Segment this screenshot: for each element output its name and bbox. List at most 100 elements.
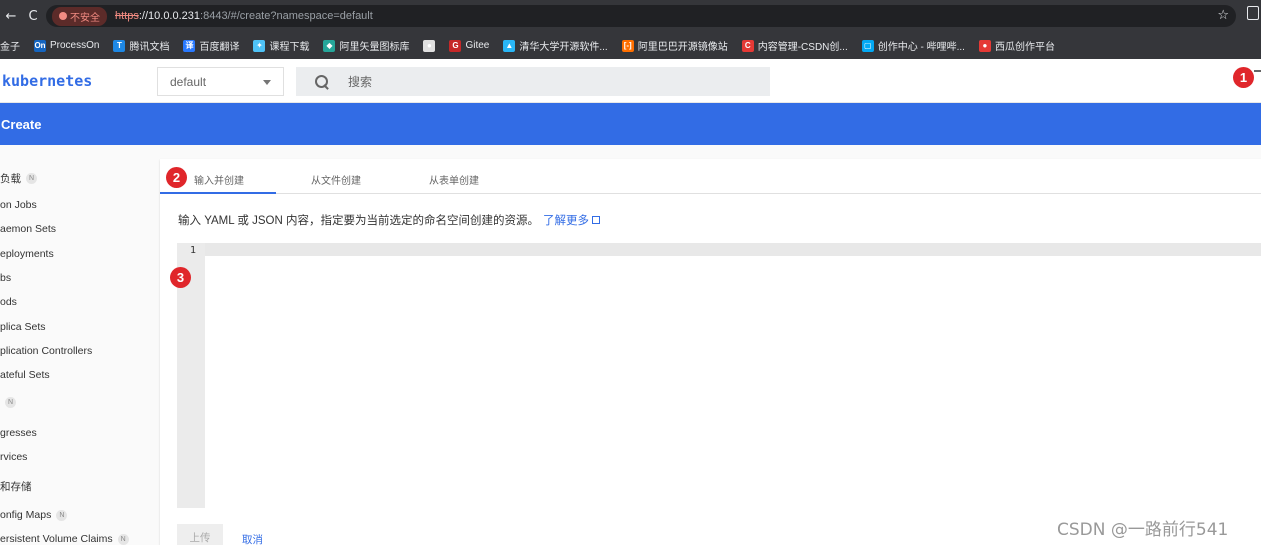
- upload-button[interactable]: 上传: [177, 524, 223, 545]
- annotation-marker-3: 3: [170, 267, 191, 288]
- sidebar-item-label: 和存储: [0, 481, 32, 493]
- bookmark-label: 西瓜创作平台: [994, 42, 1055, 53]
- bookmark-item[interactable]: On ProcessOn: [34, 39, 100, 52]
- bookmark-item[interactable]: ● 西瓜创作平台: [978, 38, 1055, 53]
- bookmark-favicon-icon: ▲: [503, 39, 516, 52]
- bookmark-item[interactable]: [-] 阿里巴巴开源镜像站: [621, 38, 728, 53]
- description: 输入 YAML 或 JSON 内容，指定要为当前选定的命名空间创建的资源。 了解更…: [178, 212, 600, 228]
- security-label: 不安全: [70, 12, 100, 24]
- namespace-select[interactable]: default: [157, 67, 284, 96]
- annotation-marker-2: 2: [166, 167, 187, 188]
- create-plus-icon[interactable]: [1254, 70, 1261, 72]
- kubernetes-logo[interactable]: kubernetes: [2, 72, 92, 90]
- sidebar-item[interactable]: eployments: [0, 248, 54, 260]
- page-title: Create: [1, 117, 42, 132]
- bookmark-star-icon[interactable]: ☆: [1217, 8, 1229, 23]
- back-arrow-icon[interactable]: ←: [0, 9, 22, 24]
- sidebar-item[interactable]: on Jobs: [0, 199, 37, 211]
- annotation-marker-1: 1: [1233, 67, 1254, 88]
- bookmark-label: 腾讯文档: [129, 42, 170, 53]
- security-chip[interactable]: 不安全: [52, 6, 107, 26]
- url-host: ://10.0.0.231: [138, 10, 201, 22]
- learn-more-link[interactable]: 了解更多: [543, 215, 600, 227]
- sidebar-item[interactable]: ersistent Volume Claims N: [0, 533, 129, 545]
- sidebar-item-label: aemon Sets: [0, 223, 57, 235]
- bookmark-item[interactable]: 金子: [0, 38, 20, 53]
- bookmark-label: 金子: [0, 42, 20, 53]
- namespaced-badge: N: [26, 173, 37, 184]
- bookmark-favicon-icon: ●: [423, 39, 436, 52]
- bookmarks-bar: 金子 On ProcessOn T 腾讯文档译百度翻译 ✦ 课程下载 ◆ 阿里矢量图标库 ● G Gi…: [0, 32, 1261, 59]
- sidebar-item[interactable]: onfig Maps N: [0, 509, 68, 521]
- bookmark-label: 课程下载: [269, 42, 310, 53]
- sidebar-item[interactable]: 负载 N: [0, 171, 37, 186]
- bookmark-label: ProcessOn: [50, 40, 100, 51]
- sidebar-item-label: 负载: [0, 173, 21, 185]
- extension-icon[interactable]: [1247, 6, 1259, 20]
- bookmark-item[interactable]: ●: [423, 39, 436, 52]
- bookmark-item[interactable]: ✦ 课程下载: [253, 38, 309, 53]
- bookmark-favicon-icon: ▢: [861, 39, 874, 52]
- sidebar-item[interactable]: ods: [0, 296, 17, 308]
- browser-address-bar: ← C 不安全 https://10.0.0.231:8443/#/create…: [0, 0, 1261, 32]
- bookmark-item[interactable]: C 内容管理-CSDN创...: [741, 38, 848, 53]
- create-card: 输入并创建 从文件创建 从表单创建 输入 YAML 或 JSON 内容，指定要为…: [160, 159, 1261, 545]
- bookmark-item[interactable]: ◆ 阿里矢量图标库: [323, 38, 409, 53]
- sidebar-item-label: ods: [0, 296, 17, 308]
- sidebar-item-label: plication Controllers: [0, 345, 93, 357]
- sidebar-item-label: bs: [0, 272, 12, 284]
- sidebar-item[interactable]: aemon Sets: [0, 223, 56, 235]
- watermark: CSDN @一路前行541: [1057, 520, 1229, 540]
- bookmark-item[interactable]: G Gitee: [449, 39, 489, 52]
- namespace-value: default: [170, 74, 207, 89]
- sidebar-item-label: gresses: [0, 427, 37, 439]
- app-toolbar: kubernetes default 搜索: [0, 59, 1261, 103]
- active-tab-indicator: [160, 192, 276, 194]
- sidebar-item-label: ateful Sets: [0, 369, 50, 381]
- external-link-icon: [591, 216, 600, 224]
- cancel-button[interactable]: 取消: [242, 532, 263, 545]
- sidebar: 负载 Non Jobs aemon Sets eployments bs ods plica…: [0, 145, 160, 545]
- create-tabs: 输入并创建 从文件创建 从表单创建: [160, 159, 1261, 194]
- sidebar-item-label: ersistent Volume Claims: [0, 533, 113, 545]
- tab-create-from-form[interactable]: 从表单创建: [429, 172, 479, 187]
- bookmark-label: 清华大学开源软件...: [519, 42, 608, 53]
- reload-icon[interactable]: C: [22, 9, 44, 24]
- sidebar-item[interactable]: 和存储: [0, 479, 32, 494]
- sidebar-item[interactable]: plica Sets: [0, 321, 46, 333]
- namespaced-badge: N: [5, 397, 16, 408]
- yaml-editor[interactable]: [205, 243, 1261, 256]
- bookmark-item[interactable]: ▢ 创作中心 - 哔哩哔...: [861, 38, 965, 53]
- tab-create-from-file[interactable]: 从文件创建: [311, 172, 361, 187]
- sidebar-item-label: eployments: [0, 248, 54, 260]
- search-icon: [314, 74, 330, 90]
- bookmark-favicon-icon: 译: [183, 39, 196, 52]
- bookmark-favicon-icon: T: [113, 39, 126, 52]
- url-text: https://10.0.0.231:8443/#/create?namespa…: [115, 10, 373, 22]
- sidebar-item[interactable]: bs: [0, 272, 11, 284]
- bookmark-label: 阿里巴巴开源镜像站: [637, 42, 728, 53]
- bookmark-item[interactable]: T 腾讯文档: [113, 38, 169, 53]
- line-number: 1: [189, 245, 196, 256]
- bookmark-item[interactable]: 译百度翻译: [183, 38, 239, 53]
- sidebar-item[interactable]: ateful Sets: [0, 369, 50, 381]
- url-field[interactable]: 不安全 https://10.0.0.231:8443/#/create?nam…: [46, 5, 1236, 27]
- sidebar-item[interactable]: rvices: [0, 451, 27, 463]
- learn-more-label: 了解更多: [542, 215, 589, 227]
- namespaced-badge: N: [56, 509, 68, 521]
- bookmark-label: 百度翻译: [199, 42, 240, 53]
- bookmark-label: 创作中心 - 哔哩哔...: [877, 42, 965, 53]
- url-path: :8443/#/create?namespace=default: [200, 10, 373, 22]
- page-header: Create: [0, 103, 1261, 145]
- description-text: 输入 YAML 或 JSON 内容，指定要为当前选定的命名空间创建的资源。: [178, 215, 539, 227]
- sidebar-item[interactable]: plication Controllers: [0, 345, 92, 357]
- sidebar-item[interactable]: N: [0, 397, 16, 408]
- bookmark-favicon-icon: ✦: [253, 39, 266, 52]
- bookmark-item[interactable]: ▲ 清华大学开源软件...: [503, 38, 608, 53]
- sidebar-item[interactable]: gresses: [0, 427, 37, 439]
- tab-input-and-create[interactable]: 输入并创建: [194, 172, 244, 187]
- search-input[interactable]: 搜索: [296, 67, 770, 96]
- bookmark-favicon-icon: G: [449, 39, 462, 52]
- bookmark-favicon-icon: ●: [978, 39, 991, 52]
- bookmark-favicon-icon: On: [34, 39, 46, 52]
